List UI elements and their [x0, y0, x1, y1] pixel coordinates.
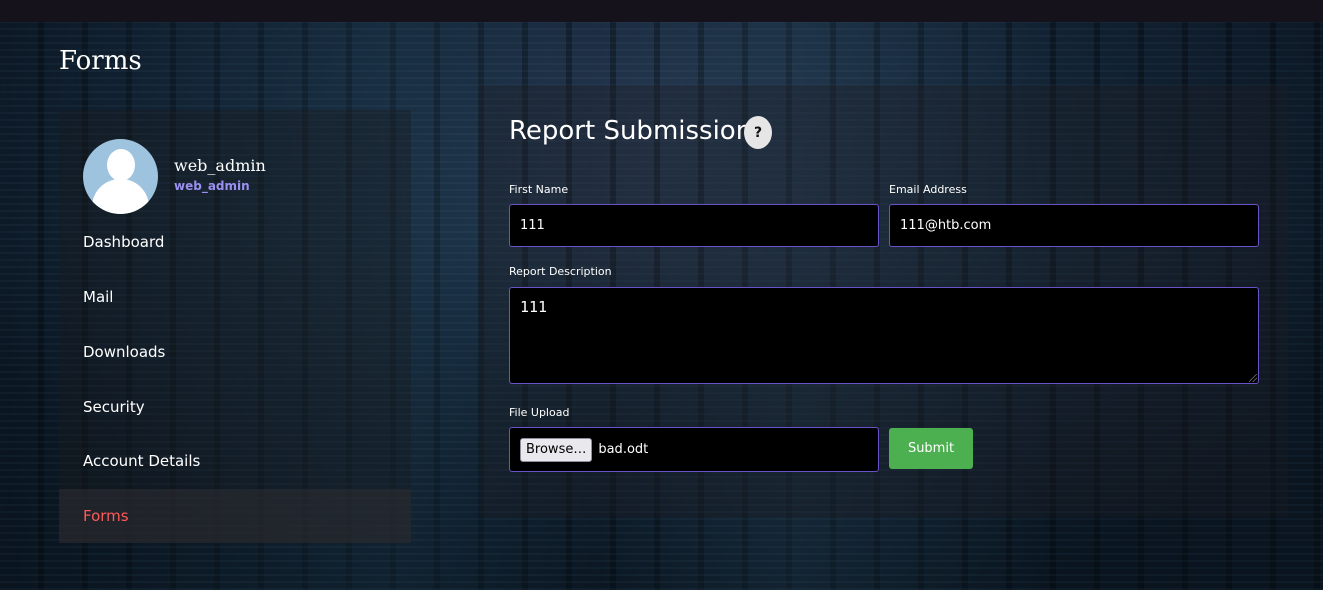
first-name-input[interactable]: 111 [509, 204, 879, 247]
user-avatar-icon [83, 139, 158, 214]
selected-file-name: bad.odt [598, 442, 649, 457]
sidebar-item-forms[interactable]: Forms [59, 489, 411, 543]
email-label: Email Address [889, 183, 967, 196]
help-icon[interactable]: ? [744, 116, 772, 149]
sidebar-item-mail[interactable]: Mail [59, 270, 411, 324]
page-title: Forms [59, 46, 142, 76]
resize-grip-icon[interactable] [1249, 374, 1257, 382]
first-name-label: First Name [509, 183, 569, 196]
browser-top-bar [0, 0, 1323, 22]
email-input[interactable]: 111@htb.com [889, 204, 1259, 247]
file-upload-input[interactable]: Browse… bad.odt [509, 427, 879, 472]
browse-button[interactable]: Browse… [520, 437, 593, 462]
user-role: web_admin [174, 179, 250, 193]
form-title: Report Submission [509, 116, 753, 146]
sidebar-item-downloads[interactable]: Downloads [59, 325, 411, 379]
submit-button[interactable]: Submit [889, 428, 973, 469]
user-name: web_admin [174, 156, 266, 175]
description-textarea[interactable]: 111 [509, 287, 1259, 384]
sidebar-item-dashboard[interactable]: Dashboard [59, 215, 411, 269]
description-text: 111 [520, 298, 548, 316]
sidebar-item-account-details[interactable]: Account Details [59, 434, 411, 488]
file-upload-label: File Upload [509, 406, 570, 419]
description-label: Report Description [509, 265, 612, 278]
sidebar-item-security[interactable]: Security [59, 380, 411, 434]
